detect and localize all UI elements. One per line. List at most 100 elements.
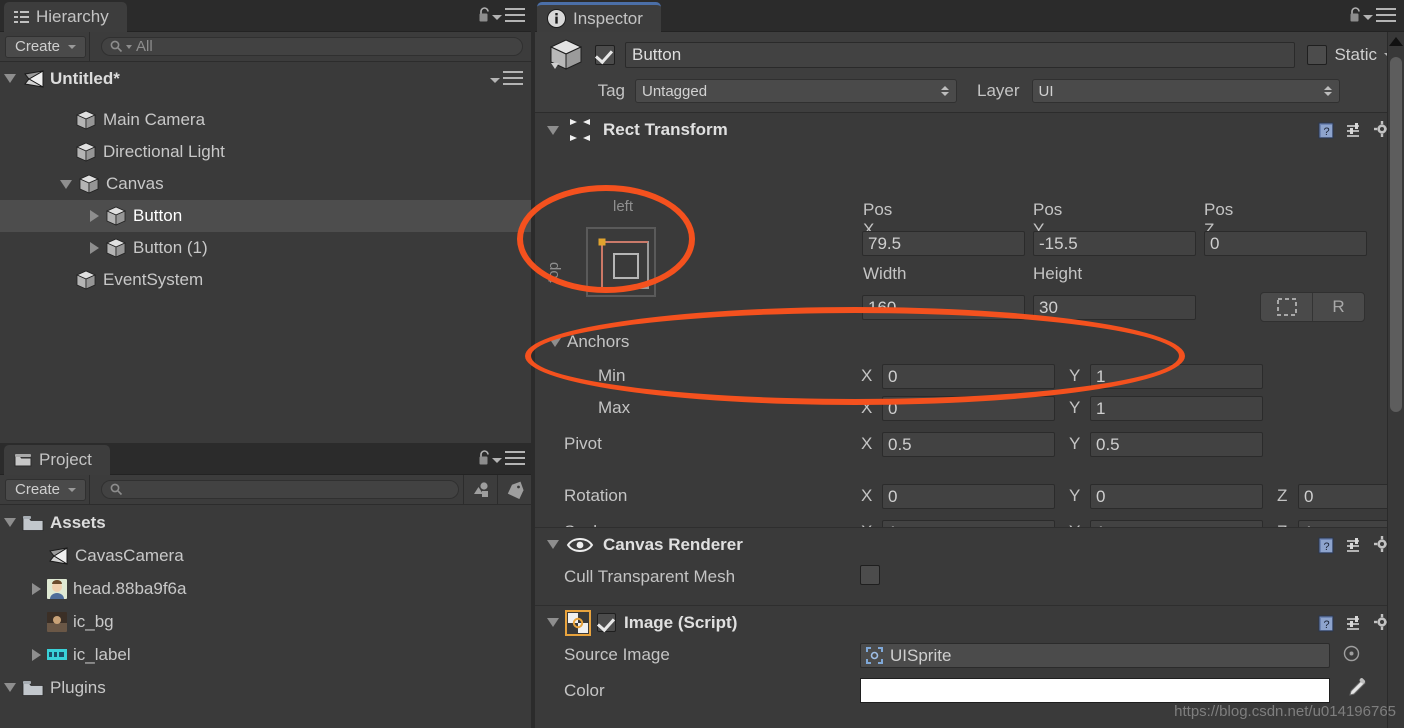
chevron-down-icon[interactable] (4, 683, 16, 692)
pos-y-field[interactable]: -15.5 (1033, 231, 1196, 256)
chevron-right-icon[interactable] (32, 582, 41, 595)
anchor-preset-widget[interactable]: left top (545, 198, 683, 328)
image-script-header-icons: ? (1318, 614, 1392, 632)
inspector-scrollbar[interactable] (1387, 32, 1404, 728)
tree-item-eventsystem[interactable]: EventSystem (0, 264, 531, 296)
tree-item-canvas[interactable]: Canvas (0, 168, 531, 200)
cull-transparent-mesh-checkbox[interactable] (860, 565, 880, 585)
chevron-down-icon[interactable] (547, 540, 559, 549)
rect-transform-header[interactable]: Rect Transform ? (535, 113, 1404, 147)
rotation-x-field[interactable]: 0 (882, 484, 1055, 509)
anchor-max-x-axis-label: X (861, 398, 873, 417)
chevron-down-icon[interactable] (60, 179, 72, 189)
static-toggle-group[interactable]: Static (1307, 45, 1394, 65)
tree-item-assets[interactable]: Assets (0, 506, 531, 539)
project-create-button[interactable]: Create (5, 478, 87, 501)
anchor-pivot-x-field[interactable]: 0.5 (882, 432, 1055, 457)
layer-dropdown[interactable]: UI (1031, 79, 1340, 103)
raw-edit-button[interactable]: R (1313, 293, 1364, 321)
project-search-input[interactable] (101, 480, 459, 499)
scroll-up-icon[interactable] (1389, 37, 1403, 46)
lock-icon[interactable] (478, 7, 491, 22)
tree-item-button[interactable]: Button (0, 200, 531, 232)
tree-item-head-88ba9f6a[interactable]: head.88ba9f6a (0, 572, 531, 605)
chevron-right-icon[interactable] (90, 242, 99, 254)
tree-item-main-camera[interactable]: Main Camera (0, 104, 531, 136)
anchor-max-x-field[interactable]: 0 (882, 396, 1055, 421)
cube-icon (76, 142, 96, 162)
tab-inspector[interactable]: Inspector (537, 2, 661, 32)
anchor-min-y-axis-label: Y (1069, 366, 1081, 385)
anchor-min-y-field[interactable]: 1 (1090, 364, 1263, 389)
tab-project[interactable]: Project (4, 445, 110, 475)
chevron-right-icon[interactable] (90, 210, 99, 222)
width-field[interactable]: 160 (862, 295, 1025, 320)
chevron-down-icon[interactable] (547, 618, 559, 627)
updown-icon (1323, 86, 1332, 96)
color-swatch-field[interactable] (860, 678, 1330, 703)
image-script-header[interactable]: Image (Script) ? (535, 605, 1404, 639)
tree-item-ic-bg[interactable]: ic_bg (0, 605, 531, 638)
anchor-min-x-field[interactable]: 0 (882, 364, 1055, 389)
object-name-field[interactable]: Button (625, 42, 1296, 68)
rotation-y-field[interactable]: 0 (1090, 484, 1263, 509)
source-image-object-field[interactable]: UISprite (860, 643, 1330, 668)
filter-by-type-button[interactable] (463, 474, 497, 505)
anchor-max-label: Max (598, 398, 631, 417)
inspector-panel-menu[interactable] (1363, 8, 1396, 26)
anchor-max-x-value: 0 (888, 398, 898, 418)
help-icon[interactable]: ? (1318, 122, 1335, 139)
tag-dropdown[interactable]: Untagged (635, 79, 957, 103)
chevron-down-icon[interactable] (547, 125, 559, 135)
chevron-down-icon[interactable] (549, 337, 561, 347)
eyedropper-icon[interactable] (1341, 676, 1369, 704)
lock-icon[interactable] (478, 450, 491, 465)
anchor-max-y-value: 1 (1096, 398, 1106, 418)
chevron-down-icon[interactable] (4, 74, 16, 83)
static-checkbox[interactable] (1307, 45, 1328, 65)
preset-icon[interactable] (1346, 122, 1363, 139)
rotation-label: Rotation (564, 486, 628, 505)
layer-value: UI (1038, 82, 1054, 100)
chevron-right-icon[interactable] (32, 648, 41, 661)
pos-z-field[interactable]: 0 (1204, 231, 1367, 256)
object-picker-icon[interactable] (1343, 645, 1360, 662)
anchor-min-y-value: 1 (1096, 366, 1106, 386)
help-icon[interactable]: ? (1318, 615, 1335, 632)
tab-hierarchy[interactable]: Hierarchy (4, 2, 127, 32)
anchor-pivot-y-field[interactable]: 0.5 (1090, 432, 1263, 457)
chevron-down-icon[interactable] (4, 518, 16, 527)
tab-hierarchy-label: Hierarchy (36, 7, 109, 26)
anchors-foldout[interactable]: Anchors (549, 332, 629, 352)
preset-icon[interactable] (1346, 537, 1363, 554)
height-value: 30 (1039, 297, 1058, 317)
lock-icon[interactable] (1349, 7, 1362, 22)
hierarchy-scene-menu[interactable] (490, 71, 523, 89)
canvas-renderer-header[interactable]: Canvas Renderer ? (535, 527, 1404, 561)
help-icon[interactable]: ? (1318, 537, 1335, 554)
image-enabled-checkbox[interactable] (597, 613, 616, 632)
tree-item-cavascamera[interactable]: CavasCamera (0, 539, 531, 572)
tree-item-directional-light[interactable]: Directional Light (0, 136, 531, 168)
tree-item-ic-label[interactable]: ic_label (0, 638, 531, 671)
pos-x-field[interactable]: 79.5 (862, 231, 1025, 256)
blueprint-mode-button[interactable] (1261, 293, 1312, 321)
hierarchy-search-input[interactable]: All (101, 37, 523, 56)
tree-item-button-1[interactable]: Button (1) (0, 232, 531, 264)
scrollbar-thumb[interactable] (1390, 57, 1402, 412)
inspector-panel: Inspector Button Static Tag Untagged Lay… (517, 0, 1404, 728)
filter-by-label-button[interactable] (497, 474, 531, 505)
cube-icon (79, 174, 99, 194)
hierarchy-create-button[interactable]: Create (5, 35, 87, 58)
hierarchy-panel-menu[interactable] (492, 8, 525, 26)
object-enabled-checkbox[interactable] (595, 45, 615, 65)
height-field[interactable]: 30 (1033, 295, 1196, 320)
project-panel-menu[interactable] (492, 451, 525, 469)
anchor-max-y-field[interactable]: 1 (1090, 396, 1263, 421)
preset-icon[interactable] (1346, 615, 1363, 632)
chevron-down-icon (1363, 14, 1373, 20)
cull-transparent-mesh-label: Cull Transparent Mesh (564, 567, 736, 586)
hierarchy-scene-row[interactable]: Untitled* (0, 62, 531, 95)
tab-inspector-label: Inspector (573, 8, 643, 28)
tree-item-plugins[interactable]: Plugins (0, 671, 531, 704)
